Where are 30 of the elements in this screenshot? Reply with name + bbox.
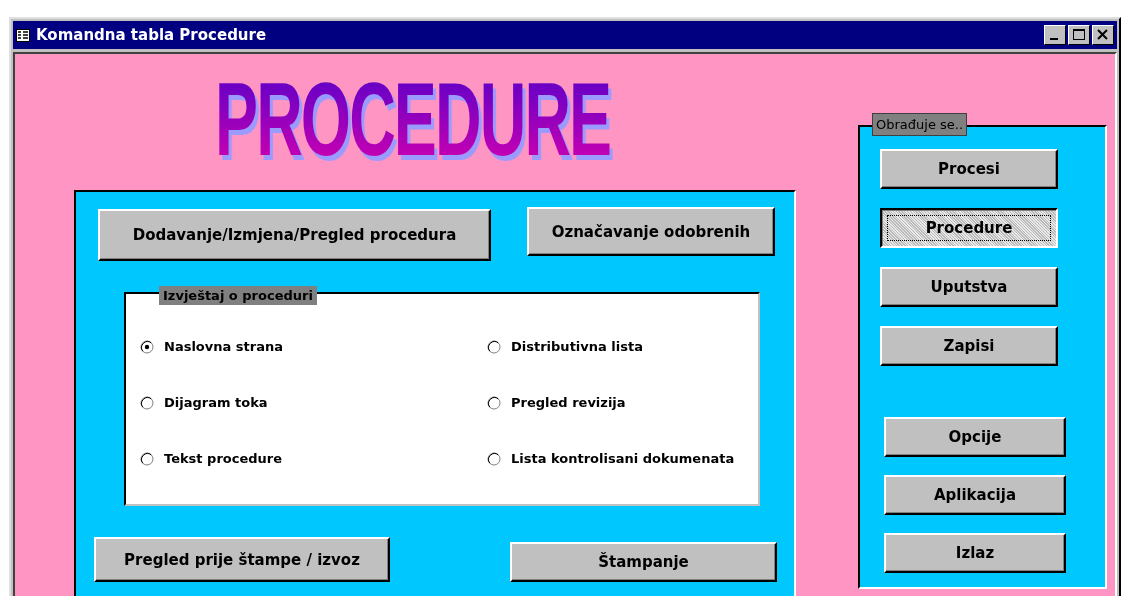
radio-label: Pregled revizija bbox=[511, 395, 626, 410]
radio-button[interactable] bbox=[487, 395, 501, 410]
group-title: Izvještaj o proceduri bbox=[159, 286, 317, 305]
radio-label: Distributivna lista bbox=[511, 339, 643, 354]
radio-button[interactable] bbox=[140, 395, 154, 410]
minimize-icon[interactable] bbox=[1044, 25, 1066, 45]
radio-label: Naslovna strana bbox=[164, 339, 283, 354]
radio-button[interactable] bbox=[140, 451, 154, 466]
command-button[interactable]: Označavanje odobrenih bbox=[527, 207, 775, 256]
radio-label: Lista kontrolisani dokumenata bbox=[511, 451, 735, 466]
radio-label: Dijagram toka bbox=[164, 395, 268, 410]
close-icon[interactable] bbox=[1092, 25, 1114, 45]
command-button[interactable]: Pregled prije štampe / izvoz bbox=[94, 537, 390, 582]
maximize-icon[interactable] bbox=[1068, 25, 1090, 45]
radio-button[interactable] bbox=[140, 339, 154, 354]
command-button[interactable]: Izlaz bbox=[884, 533, 1066, 573]
command-button[interactable]: Opcije bbox=[884, 417, 1066, 457]
command-button[interactable]: Procesi bbox=[880, 149, 1058, 189]
command-button[interactable]: Aplikacija bbox=[884, 475, 1066, 515]
radio-button[interactable] bbox=[487, 339, 501, 354]
command-button[interactable]: Dodavanje/Izmjena/Pregled procedura bbox=[98, 209, 491, 261]
window-title: Komandna tabla Procedure bbox=[36, 26, 268, 44]
command-button[interactable]: Uputstva bbox=[880, 267, 1058, 307]
radio-label: Tekst procedure bbox=[164, 451, 283, 466]
panel-title: Obrađuje se.. bbox=[872, 113, 968, 136]
command-button[interactable]: Procedure bbox=[880, 208, 1058, 248]
form-icon bbox=[16, 28, 30, 42]
command-button[interactable]: Štampanje bbox=[510, 542, 777, 582]
command-button[interactable]: Zapisi bbox=[880, 326, 1058, 366]
radio-button[interactable] bbox=[487, 451, 501, 466]
